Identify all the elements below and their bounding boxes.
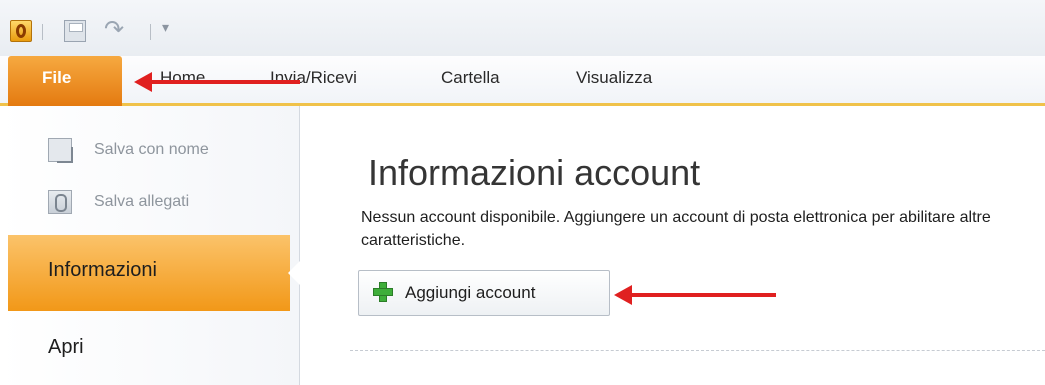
undo-icon[interactable]: ↶ (104, 16, 124, 44)
toolbar-separator (150, 24, 151, 40)
description-line: Nessun account disponibile. Aggiungere u… (361, 209, 991, 226)
tab-file[interactable]: File (8, 56, 122, 106)
quick-access-toolbar: ↶ ▾ (0, 0, 1045, 56)
save-as-label: Salva con nome (94, 141, 209, 158)
toolbar-separator (42, 24, 43, 40)
tab-home[interactable]: Home (160, 68, 205, 88)
annotation-arrow (614, 285, 776, 305)
nav-item-apri[interactable]: Apri (48, 336, 84, 359)
add-account-button[interactable]: Aggiungi account (358, 270, 610, 316)
backstage-nav: Salva con nome Salva allegati Informazio… (0, 106, 300, 385)
save-icon[interactable] (64, 20, 86, 42)
nav-item-informazioni[interactable]: Informazioni (8, 235, 300, 311)
save-attachments-label: Salva allegati (94, 193, 190, 210)
page-title: Informazioni account (368, 152, 701, 193)
plus-icon (373, 282, 393, 302)
save-attachments-icon (48, 190, 72, 214)
customize-dropdown-icon[interactable]: ▾ (162, 19, 169, 36)
account-info-panel: Informazioni account Nessun account disp… (300, 106, 1045, 385)
section-divider (350, 350, 1045, 351)
save-as-icon (48, 138, 72, 162)
add-account-label: Aggiungi account (405, 283, 536, 302)
tab-visualizza[interactable]: Visualizza (576, 68, 652, 88)
tab-invia-ricevi[interactable]: Invia/Ricevi (270, 68, 357, 88)
annotation-arrow (134, 72, 300, 92)
tab-cartella[interactable]: Cartella (441, 68, 500, 88)
account-description: Nessun account disponibile. Aggiungere u… (361, 206, 1045, 252)
description-line: caratteristiche. (361, 232, 466, 249)
outlook-icon[interactable] (10, 20, 32, 42)
